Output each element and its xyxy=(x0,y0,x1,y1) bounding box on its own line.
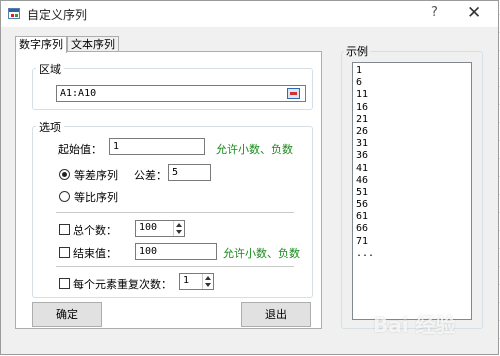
repeat-divider xyxy=(56,266,294,267)
total-count-label[interactable]: 总个数： xyxy=(73,222,117,238)
example-item: 71 xyxy=(356,235,369,247)
example-item: 36 xyxy=(356,150,369,162)
start-value-text: 1 xyxy=(113,141,120,152)
example-item: 11 xyxy=(356,89,369,101)
example-item: ... xyxy=(356,247,375,259)
example-item: 41 xyxy=(356,162,369,174)
close-button[interactable]: ✕ xyxy=(467,3,481,23)
example-item: 56 xyxy=(356,199,369,211)
example-list[interactable]: 1 6 11 16 21 26 31 36 41 46 51 56 61 66 71... xyxy=(352,62,472,320)
common-difference-label: 公差： xyxy=(134,169,167,182)
stepper-up-icon[interactable] xyxy=(205,276,211,280)
example-item: 21 xyxy=(356,113,369,125)
app-icon xyxy=(8,8,20,19)
range-input-value: A1:A10 xyxy=(60,88,97,99)
end-value-text: 100 xyxy=(139,246,158,257)
ok-button[interactable]: 确定 xyxy=(32,302,102,327)
exit-button[interactable]: 退出 xyxy=(241,302,311,327)
repeat-stepper[interactable]: 1 xyxy=(179,273,214,290)
tab-number-sequence[interactable]: 数字序列 xyxy=(15,36,67,53)
end-value-checkbox[interactable] xyxy=(59,247,70,258)
end-value-label[interactable]: 结束值： xyxy=(73,245,117,261)
common-difference-text: 5 xyxy=(172,167,179,178)
watermark: Bai 经验 xyxy=(373,313,456,337)
help-button[interactable]: ? xyxy=(431,5,438,20)
title-bar: 自定义序列 ? ✕ xyxy=(1,1,498,27)
example-item: 1 xyxy=(356,65,363,76)
start-value-label: 起始值： xyxy=(58,143,102,156)
options-divider xyxy=(56,212,294,213)
stepper-down-icon[interactable] xyxy=(176,230,182,234)
example-item: 66 xyxy=(356,223,369,235)
example-item: 61 xyxy=(356,211,369,223)
tab-panel-number-sequence: 区域 A1:A10 选项 起始值： 1 允许小数、负数 等差序列 公差： 5 等… xyxy=(15,51,322,329)
range-input[interactable]: A1:A10 xyxy=(56,85,306,102)
window-title: 自定义序列 xyxy=(27,8,88,22)
total-count-arrows[interactable] xyxy=(173,221,184,236)
arithmetic-radio[interactable] xyxy=(59,169,70,180)
total-count-value: 100 xyxy=(139,222,158,233)
range-select-icon[interactable] xyxy=(287,88,300,99)
example-label: 示例 xyxy=(344,43,370,59)
example-item: 16 xyxy=(356,101,369,113)
geometric-radio[interactable] xyxy=(59,191,70,202)
start-value-hint: 允许小数、负数 xyxy=(216,143,293,156)
repeat-checkbox[interactable] xyxy=(59,278,70,289)
start-value-input[interactable]: 1 xyxy=(109,138,205,155)
repeat-value: 1 xyxy=(183,275,190,286)
stepper-up-icon[interactable] xyxy=(176,223,182,227)
area-group-label: 区域 xyxy=(36,61,64,77)
repeat-arrows[interactable] xyxy=(202,274,213,289)
example-item: 46 xyxy=(356,174,369,186)
options-group-label: 选项 xyxy=(36,119,64,135)
end-value-hint: 允许小数、负数 xyxy=(223,247,300,260)
repeat-label[interactable]: 每个元素重复次数： xyxy=(73,276,172,292)
geometric-label[interactable]: 等比序列 xyxy=(74,189,118,205)
example-item: 6 xyxy=(356,77,363,89)
example-item: 26 xyxy=(356,125,369,137)
tab-text-sequence[interactable]: 文本序列 xyxy=(67,36,119,52)
arithmetic-label[interactable]: 等差序列 xyxy=(74,167,118,183)
common-difference-input[interactable]: 5 xyxy=(168,164,211,181)
end-value-input[interactable]: 100 xyxy=(135,243,217,260)
total-count-stepper[interactable]: 100 xyxy=(135,220,185,237)
custom-sequence-dialog: 自定义序列 ? ✕ 数字序列 文本序列 区域 A1:A10 选项 起始值： 1 … xyxy=(0,0,499,355)
example-item: 51 xyxy=(356,186,369,198)
total-count-checkbox[interactable] xyxy=(59,224,70,235)
stepper-down-icon[interactable] xyxy=(205,283,211,287)
example-item: 31 xyxy=(356,138,369,150)
